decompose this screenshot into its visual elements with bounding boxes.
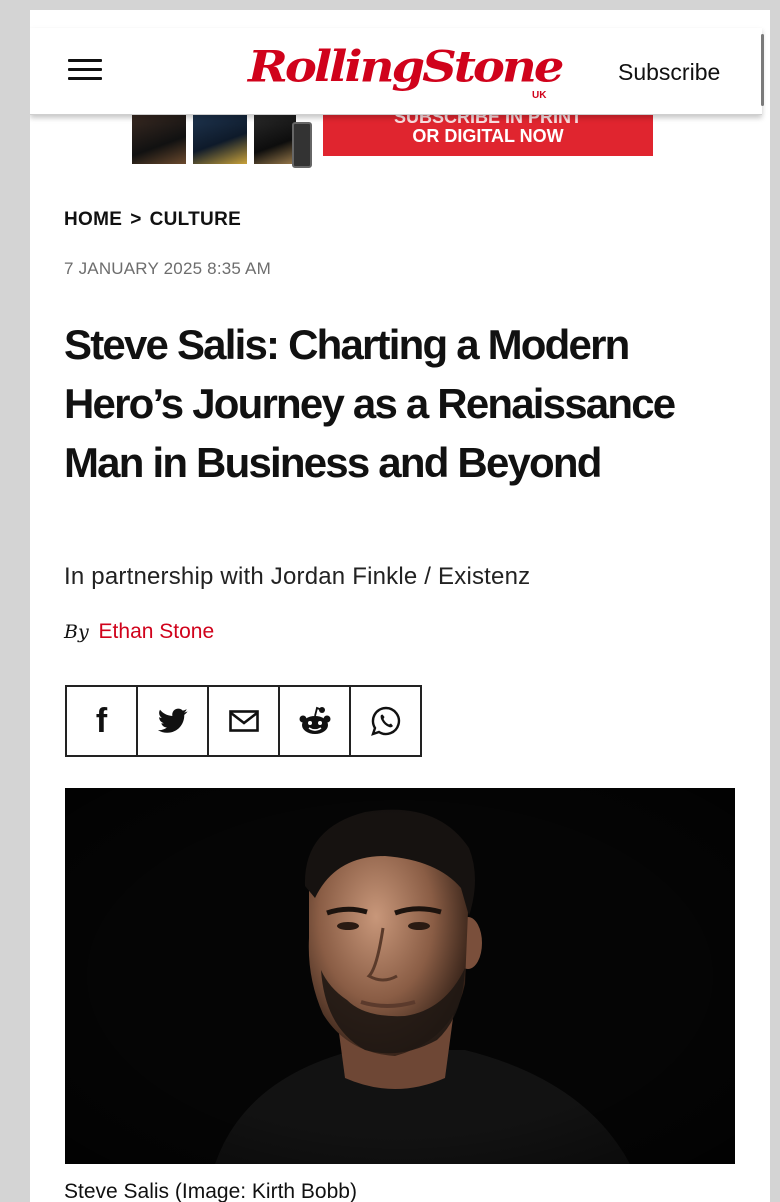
magazine-cover-image [254, 114, 296, 164]
article-title: Steve Salis: Charting a Modern Hero’s Jo… [64, 321, 676, 486]
whatsapp-icon [370, 706, 400, 736]
byline: By Ethan Stone [64, 620, 214, 644]
magazine-cover-image [193, 114, 247, 164]
hamburger-menu-icon[interactable] [68, 59, 102, 85]
breadcrumb-separator: > [130, 209, 142, 230]
logo-region: UK [532, 90, 547, 101]
subscribe-button[interactable]: Subscribe [618, 59, 720, 86]
site-header: RollingStone UK Subscribe [30, 28, 764, 115]
reddit-icon [299, 706, 330, 734]
byline-by: By [64, 621, 89, 643]
ad-line-1: SUBSCRIBE IN PRINT [393, 114, 582, 127]
logo-wordmark: RollingStone [248, 41, 564, 93]
phone-device-image [292, 122, 312, 168]
site-logo[interactable]: RollingStone UK [248, 36, 564, 106]
breadcrumb-culture[interactable]: CULTURE [150, 209, 241, 230]
phone-frame: RollingStone UK Subscribe SUBSCRIBE IN P… [30, 10, 770, 1202]
facebook-icon: f [95, 702, 108, 740]
share-reddit-button[interactable] [280, 687, 351, 755]
image-caption: Steve Salis (Image: Kirth Bobb) [64, 1180, 357, 1202]
share-whatsapp-button[interactable] [351, 687, 420, 755]
breadcrumb: HOME > CULTURE [64, 209, 241, 231]
email-icon [228, 710, 259, 732]
author-link[interactable]: Ethan Stone [99, 620, 215, 643]
breadcrumb-home[interactable]: HOME [64, 209, 122, 230]
share-email-button[interactable] [209, 687, 280, 755]
header-scrollbar [761, 34, 764, 106]
twitter-icon [157, 708, 187, 733]
share-twitter-button[interactable] [138, 687, 209, 755]
share-facebook-button[interactable]: f [67, 687, 138, 755]
subscribe-ad-banner[interactable]: SUBSCRIBE IN PRINT OR DIGITAL NOW [132, 114, 654, 168]
ad-line-2: OR DIGITAL NOW [412, 126, 564, 146]
share-bar: f [65, 685, 422, 757]
ad-cta[interactable]: SUBSCRIBE IN PRINT OR DIGITAL NOW [323, 114, 653, 156]
partnership-line: In partnership with Jordan Finkle / Exis… [64, 563, 531, 590]
hero-portrait-image [65, 788, 735, 1164]
magazine-cover-image [132, 114, 186, 164]
portrait-photo [65, 788, 735, 1164]
publish-date: 7 JANUARY 2025 8:35 AM [64, 259, 271, 278]
status-strip [30, 10, 770, 28]
